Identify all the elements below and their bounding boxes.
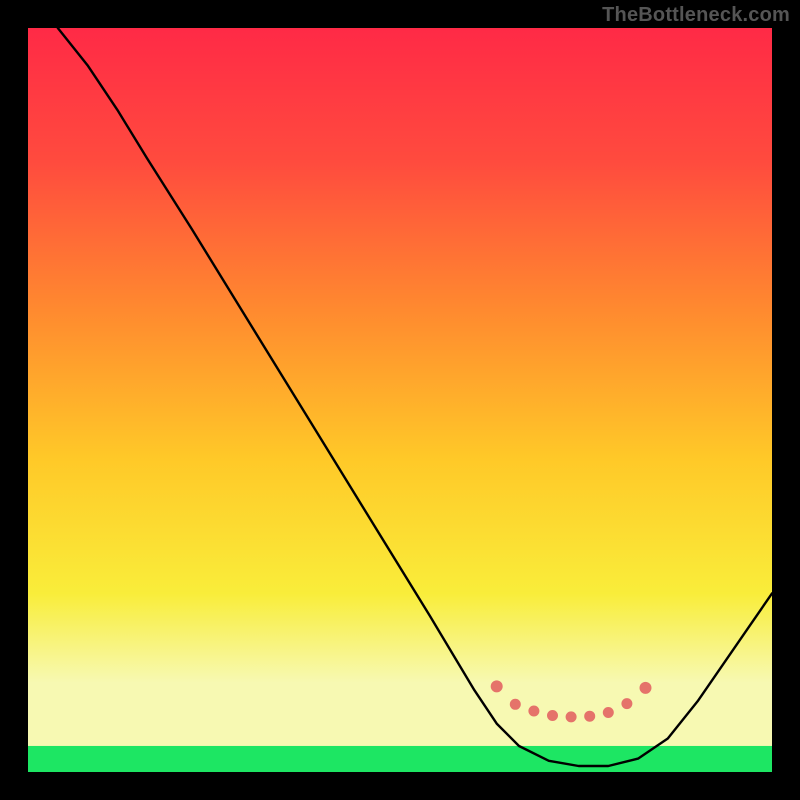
bottom-marker	[529, 706, 539, 716]
bottom-marker	[585, 711, 595, 721]
chart-frame: TheBottleneck.com	[0, 0, 800, 800]
green-band	[28, 746, 772, 772]
plot-area	[28, 28, 772, 772]
bottom-marker	[640, 682, 651, 693]
bottleneck-curve-chart	[28, 28, 772, 772]
gradient-background	[28, 28, 772, 772]
bottom-marker	[622, 699, 632, 709]
bottom-marker	[603, 708, 613, 718]
pale-yellow-band	[28, 683, 772, 746]
bottom-marker	[566, 712, 576, 722]
bottom-marker	[510, 699, 520, 709]
watermark-text: TheBottleneck.com	[602, 4, 790, 27]
bottom-marker	[491, 681, 502, 692]
bottom-marker	[548, 711, 558, 721]
